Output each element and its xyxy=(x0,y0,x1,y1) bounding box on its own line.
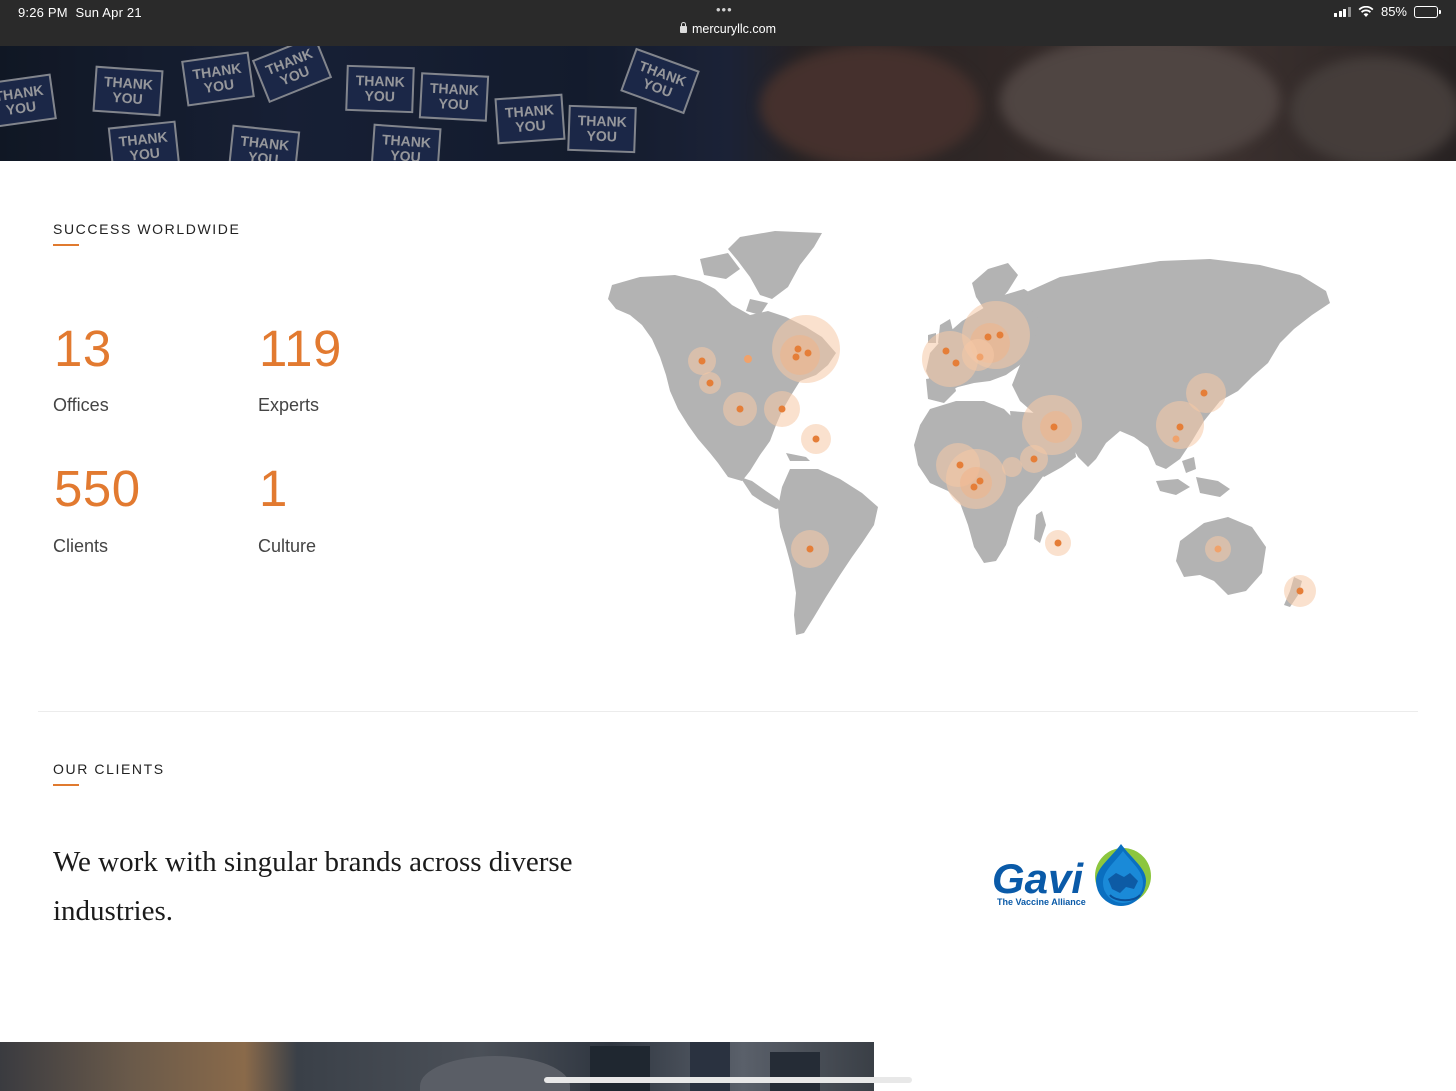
url-text: mercuryllc.com xyxy=(691,22,777,36)
office-marker xyxy=(744,355,752,363)
success-section-rule xyxy=(53,244,79,246)
gavi-logo-tagline: The Vaccine Alliance xyxy=(997,897,1086,907)
globe-drop-icon xyxy=(1095,844,1151,906)
skyline-shape xyxy=(770,1052,820,1091)
stat-culture-label: Culture xyxy=(258,536,317,556)
office-marker xyxy=(778,405,786,413)
landmass-madagascar xyxy=(1034,511,1046,543)
wifi-icon xyxy=(1358,5,1374,17)
stat-experts-label: Experts xyxy=(258,395,320,415)
office-marker xyxy=(996,331,1004,339)
office-marker xyxy=(1172,435,1180,443)
clients-heading: We work with singular brands across dive… xyxy=(53,846,573,927)
office-marker-halo xyxy=(960,467,992,499)
ios-status-bar: 9:26 PM Sun Apr 21 ••• mercuryllc.com 85… xyxy=(0,0,1456,46)
office-marker xyxy=(942,347,950,355)
office-marker xyxy=(984,333,992,341)
office-marker xyxy=(1030,455,1038,463)
office-marker xyxy=(952,359,960,367)
skyline-shape xyxy=(690,1042,730,1091)
multitasking-dots-icon[interactable]: ••• xyxy=(716,2,733,17)
skyline-shape xyxy=(590,1046,650,1091)
office-marker xyxy=(1296,587,1304,595)
status-date: Sun Apr 21 xyxy=(75,5,142,20)
battery-icon xyxy=(1414,5,1441,18)
home-indicator[interactable] xyxy=(544,1077,912,1083)
landmass-greenland xyxy=(728,231,822,299)
office-marker xyxy=(976,353,984,361)
bottom-banner-image xyxy=(0,1042,874,1091)
success-section-label: SUCCESS WORLDWIDE xyxy=(53,221,241,237)
landmass-central-america xyxy=(740,477,784,509)
stat-offices-label: Offices xyxy=(53,395,109,415)
landmass-sea-islands xyxy=(1196,477,1230,497)
landmass-caribbean xyxy=(786,453,810,461)
map-land xyxy=(608,231,1330,635)
office-marker xyxy=(794,345,802,353)
landmass-sea-islands xyxy=(1156,479,1190,495)
dome-shape xyxy=(420,1056,570,1091)
hero-banner-image: THANK YOU THANK YOU THANK YOU THANK YOU … xyxy=(0,46,1456,161)
office-marker xyxy=(1054,539,1062,547)
battery-percent: 85% xyxy=(1380,4,1407,19)
stat-culture-value: 1 xyxy=(259,460,288,517)
section-divider xyxy=(38,711,1418,712)
clients-section-rule xyxy=(53,784,79,786)
cellular-signal-icon xyxy=(1334,6,1351,17)
office-marker xyxy=(812,435,820,443)
address-bar[interactable]: mercuryllc.com xyxy=(0,22,1456,36)
office-marker-halo xyxy=(1002,457,1022,477)
office-marker xyxy=(1050,423,1058,431)
clients-section-label: OUR CLIENTS xyxy=(53,761,165,777)
clock-time: 9:26 PM xyxy=(18,5,68,20)
gavi-logo[interactable]: Gavi The Vaccine Alliance xyxy=(990,843,1160,913)
stat-experts-value: 119 xyxy=(259,320,342,377)
status-indicators: 85% xyxy=(1334,4,1441,19)
office-marker-halo xyxy=(780,335,820,375)
office-marker xyxy=(976,477,984,485)
office-marker xyxy=(736,405,744,413)
stat-clients-value: 550 xyxy=(54,460,141,517)
hero-overlay xyxy=(0,46,1456,161)
office-marker xyxy=(706,379,714,387)
lock-icon xyxy=(679,22,687,33)
office-marker xyxy=(806,545,814,553)
office-marker xyxy=(956,461,964,469)
office-marker xyxy=(1176,423,1184,431)
office-marker xyxy=(970,483,978,491)
world-map xyxy=(608,231,1330,635)
gavi-logo-wordmark: Gavi xyxy=(992,855,1084,902)
stat-offices-value: 13 xyxy=(54,320,112,377)
office-marker xyxy=(792,353,800,361)
landmass-arctic-islands xyxy=(700,253,740,279)
stat-clients-label: Clients xyxy=(53,536,109,556)
office-marker xyxy=(1200,389,1208,397)
landmass-sea-islands xyxy=(1182,457,1196,473)
status-time: 9:26 PM Sun Apr 21 xyxy=(18,5,142,20)
office-marker xyxy=(698,357,706,365)
office-marker xyxy=(1214,545,1222,553)
office-marker xyxy=(804,349,812,357)
